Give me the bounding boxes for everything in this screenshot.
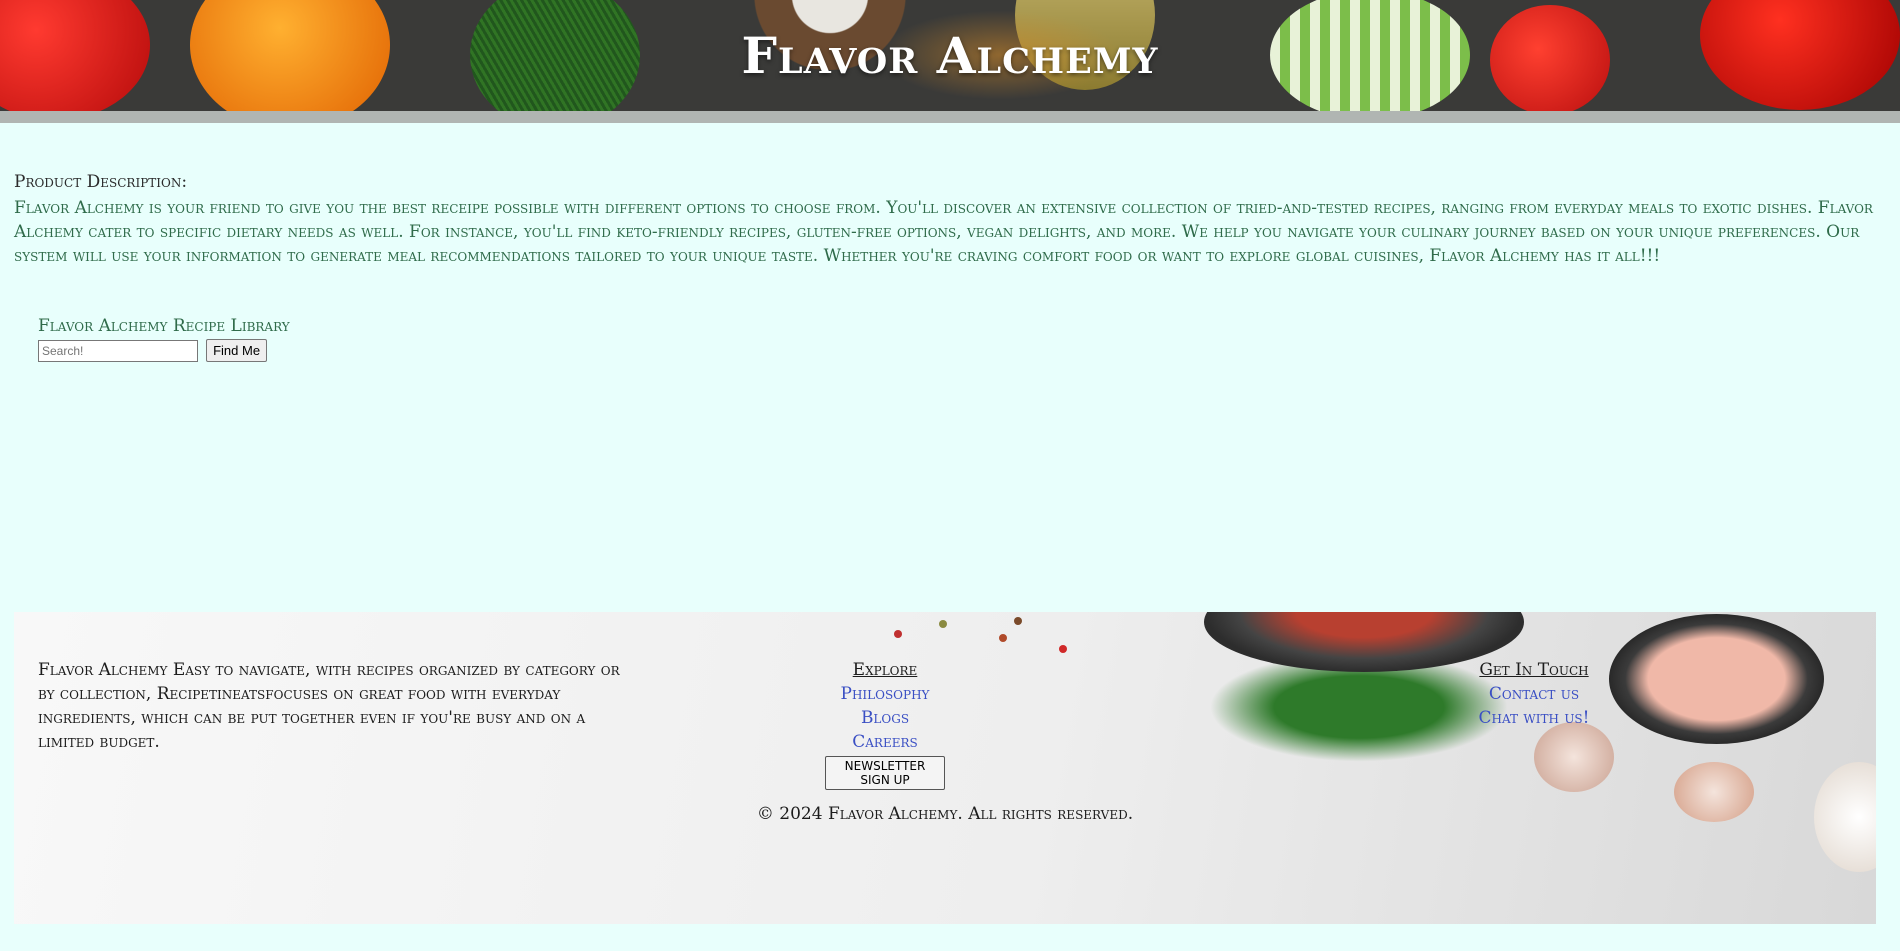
- search-input[interactable]: [38, 339, 198, 362]
- explore-heading: Explore: [852, 660, 918, 680]
- recipe-library-search: Flavor Alchemy Recipe Library Find Me: [38, 316, 438, 362]
- footer: Flavor Alchemy Easy to navigate, with re…: [14, 612, 1876, 924]
- blogs-link[interactable]: Blogs: [825, 706, 945, 730]
- copyright-text: © 2024 Flavor Alchemy. All rights reserv…: [756, 804, 1134, 824]
- garlic-image: [1534, 722, 1614, 792]
- peppercorn-image: [999, 634, 1007, 642]
- description-text: Flavor Alchemy is your friend to give yo…: [14, 198, 1873, 266]
- peppercorn-image: [894, 630, 902, 638]
- peppercorn-image: [1014, 617, 1022, 625]
- footer-about-text: Flavor Alchemy Easy to navigate, with re…: [38, 660, 620, 752]
- recipe-library-title: Flavor Alchemy Recipe Library: [38, 316, 290, 336]
- header-divider: [0, 111, 1900, 123]
- header-banner: Flavor Alchemy: [0, 0, 1900, 111]
- chat-with-us-link[interactable]: Chat with us!: [1454, 706, 1614, 730]
- contact-us-link[interactable]: Contact us: [1454, 682, 1614, 706]
- careers-link[interactable]: Careers: [825, 730, 945, 754]
- peppercorn-image: [939, 620, 947, 628]
- philosophy-link[interactable]: Philosophy: [825, 682, 945, 706]
- footer-contact-column: Get In Touch Contact us Chat with us!: [1454, 658, 1614, 730]
- get-in-touch-heading: Get In Touch: [1479, 660, 1589, 680]
- description-label: Product Description:: [14, 172, 188, 192]
- footer-explore-column: Explore Philosophy Blogs Careers Newslet…: [825, 658, 945, 791]
- find-me-button[interactable]: Find Me: [206, 339, 268, 362]
- site-title: Flavor Alchemy: [741, 26, 1159, 85]
- peppercorn-image: [1059, 645, 1067, 653]
- salt-bowl-image: [1609, 614, 1824, 744]
- newsletter-signup-button[interactable]: Newsletter Sign Up: [825, 756, 945, 790]
